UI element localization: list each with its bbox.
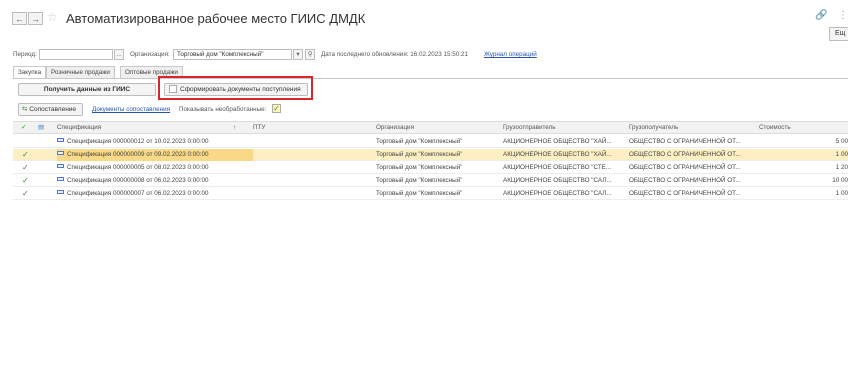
period-label: Период: bbox=[13, 51, 37, 58]
cost-cell: 10 00 bbox=[832, 177, 848, 184]
favorite-star-icon[interactable]: ☆ bbox=[47, 10, 58, 24]
period-select-button[interactable]: ... bbox=[114, 49, 124, 60]
receiver-cell: ОБЩЕСТВО С ОГРАНИЧЕННОЙ ОТ... bbox=[629, 177, 741, 184]
spec-cell: Спецификация 000000009 от 09.02.2023 0:0… bbox=[57, 149, 253, 161]
document-type-icon[interactable]: ▤ bbox=[38, 122, 44, 134]
sender-cell: АКЦИОНЕРНОЕ ОБЩЕСТВО "САЛ... bbox=[503, 177, 612, 184]
filter-check-icon[interactable]: ✓ bbox=[21, 122, 26, 134]
highlight-frame bbox=[158, 76, 313, 100]
last-update-text: Дата последнего обновления: 16.02.2023 1… bbox=[321, 51, 468, 58]
spec-cell: Спецификация 000000007 от 06.02.2023 0:0… bbox=[57, 188, 209, 200]
processed-check-icon: ✓ bbox=[22, 150, 29, 159]
match-button[interactable]: ⇆ Сопоставление bbox=[18, 103, 83, 116]
document-icon bbox=[57, 138, 64, 143]
org-cell: Торговый дом "Комплексный" bbox=[376, 190, 463, 197]
processed-check-icon: ✓ bbox=[22, 176, 29, 185]
org-cell: Торговый дом "Комплексный" bbox=[376, 151, 463, 158]
document-icon bbox=[57, 151, 64, 156]
link-icon[interactable]: 🔗 bbox=[815, 10, 827, 21]
column-receiver[interactable]: Грузополучатель bbox=[629, 122, 678, 134]
period-input[interactable] bbox=[39, 49, 113, 60]
document-icon bbox=[57, 190, 64, 195]
table-row[interactable]: ✓ Спецификация 000000009 от 09.02.2023 0… bbox=[13, 149, 848, 161]
cost-cell: 1 20 bbox=[835, 164, 848, 171]
back-button[interactable]: ← bbox=[12, 12, 27, 25]
sender-cell: АКЦИОНЕРНОЕ ОБЩЕСТВО "ХАЙ... bbox=[503, 151, 612, 158]
org-cell: Торговый дом "Комплексный" bbox=[376, 177, 463, 184]
table-row[interactable]: Спецификация 000000012 от 10.02.2023 0:0… bbox=[13, 136, 848, 148]
organization-dropdown-button[interactable]: ▾ bbox=[293, 49, 303, 60]
match-icon: ⇆ bbox=[22, 106, 28, 113]
forward-button[interactable]: → bbox=[28, 12, 43, 25]
show-unprocessed-checkbox[interactable]: ✓ bbox=[272, 104, 281, 113]
column-cost[interactable]: Стоимость bbox=[759, 122, 791, 134]
more-menu-icon[interactable]: ⋮ bbox=[838, 10, 848, 21]
receiver-cell: ОБЩЕСТВО С ОГРАНИЧЕННОЙ ОТ... bbox=[629, 138, 741, 145]
table-row[interactable]: ✓ Спецификация 000000007 от 06.02.2023 0… bbox=[13, 188, 848, 200]
journal-link[interactable]: Журнал операций bbox=[484, 51, 537, 58]
match-label: Сопоставление bbox=[29, 106, 77, 113]
arrow-right-icon: → bbox=[31, 13, 40, 24]
sort-ascending-icon[interactable]: ↑ bbox=[233, 122, 236, 134]
receiver-cell: ОБЩЕСТВО С ОГРАНИЧЕННОЙ ОТ... bbox=[629, 164, 741, 171]
org-cell: Торговый дом "Комплексный" bbox=[376, 164, 463, 171]
tab-retail-sales[interactable]: Розничные продажи bbox=[46, 66, 115, 78]
sender-cell: АКЦИОНЕРНОЕ ОБЩЕСТВО "ХАЙ... bbox=[503, 138, 612, 145]
more-button[interactable]: Ещ bbox=[829, 27, 848, 41]
arrow-left-icon: ← bbox=[15, 13, 24, 24]
spec-cell: Спецификация 000000008 от 06.02.2023 0:0… bbox=[57, 175, 209, 187]
tab-divider bbox=[13, 78, 848, 79]
show-unprocessed-label: Показывать необработанные: bbox=[179, 106, 267, 113]
processed-check-icon: ✓ bbox=[22, 163, 29, 172]
sender-cell: АКЦИОНЕРНОЕ ОБЩЕСТВО "СТЕ... bbox=[503, 164, 612, 171]
spec-cell: Спецификация 000000005 от 08.02.2023 0:0… bbox=[57, 162, 209, 174]
spec-cell: Спецификация 000000012 от 10.02.2023 0:0… bbox=[57, 136, 209, 148]
chevron-down-icon: ▾ bbox=[296, 51, 300, 58]
column-organization[interactable]: Организация bbox=[376, 122, 414, 134]
organization-input[interactable]: Торговый дом "Комплексный" bbox=[173, 49, 292, 60]
sender-cell: АКЦИОНЕРНОЕ ОБЩЕСТВО "САЛ... bbox=[503, 190, 612, 197]
org-cell: Торговый дом "Комплексный" bbox=[376, 138, 463, 145]
link-icon: ⚲ bbox=[307, 51, 313, 58]
receiver-cell: ОБЩЕСТВО С ОГРАНИЧЕННОЙ ОТ... bbox=[629, 190, 741, 197]
document-icon bbox=[57, 177, 64, 182]
cost-cell: 5 00 bbox=[835, 138, 848, 145]
receiver-cell: ОБЩЕСТВО С ОГРАНИЧЕННОЙ ОТ... bbox=[629, 151, 741, 158]
get-data-button[interactable]: Получить данные из ГИИС bbox=[18, 83, 156, 96]
table-row[interactable]: ✓ Спецификация 000000005 от 08.02.2023 0… bbox=[13, 162, 848, 174]
document-icon bbox=[57, 164, 64, 169]
page-title: Автоматизированное рабочее место ГИИС ДМ… bbox=[66, 11, 366, 26]
column-ptu[interactable]: ПТУ bbox=[253, 122, 265, 134]
organization-label: Организация: bbox=[130, 51, 170, 58]
cost-cell: 1 00 bbox=[835, 151, 848, 158]
match-documents-link[interactable]: Документы сопоставления bbox=[92, 106, 170, 113]
column-specification[interactable]: Спецификация bbox=[57, 122, 101, 134]
cost-cell: 1 00 bbox=[835, 190, 848, 197]
organization-open-button[interactable]: ⚲ bbox=[305, 49, 315, 60]
processed-check-icon: ✓ bbox=[22, 189, 29, 198]
table-row[interactable]: ✓ Спецификация 000000008 от 06.02.2023 0… bbox=[13, 175, 848, 187]
column-sender[interactable]: Грузоотправитель bbox=[503, 122, 556, 134]
grid-header: ✓ ▤ Спецификация ↑ ПТУ Организация Грузо… bbox=[13, 121, 848, 134]
